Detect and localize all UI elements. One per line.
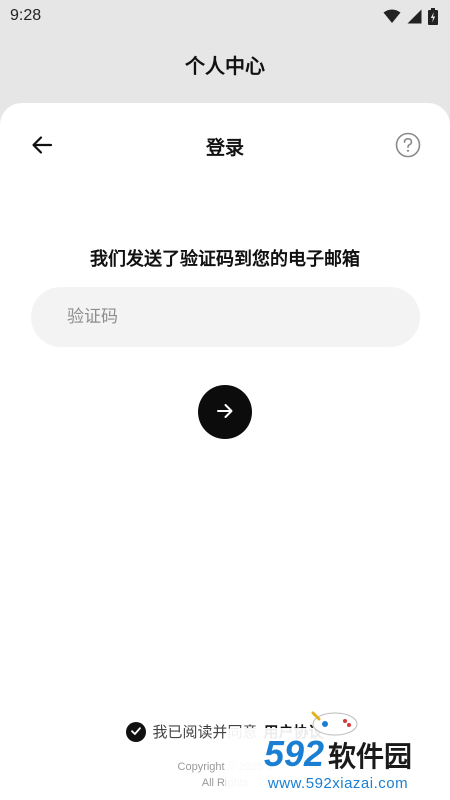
verification-code-input[interactable] <box>31 287 420 347</box>
signal-icon <box>407 9 422 24</box>
gamepad-mascot-icon <box>310 710 360 742</box>
status-icons <box>383 7 438 25</box>
login-sheet: 登录 我们发送了验证码到您的电子邮箱 我已阅读并同意 用户协议 Copyrigh… <box>0 103 450 800</box>
arrow-left-icon <box>30 133 54 161</box>
page-title: 个人中心 <box>185 54 265 78</box>
back-button[interactable] <box>26 131 58 163</box>
instruction-text: 我们发送了验证码到您的电子邮箱 <box>90 249 360 270</box>
question-circle-icon <box>395 132 421 162</box>
arrow-right-icon <box>215 401 235 424</box>
watermark-name: 软件园 <box>328 740 413 773</box>
status-bar: 9:28 <box>0 0 450 32</box>
watermark-url: www.592xiazai.com <box>267 775 409 792</box>
status-time: 9:28 <box>10 7 42 24</box>
watermark: 592 软件园 www.592xiazai.com <box>226 711 450 800</box>
submit-button[interactable] <box>198 385 252 439</box>
login-title: 登录 <box>205 137 244 159</box>
check-icon <box>130 722 142 741</box>
battery-charging-icon <box>428 7 438 25</box>
help-button[interactable] <box>392 131 424 163</box>
agreement-checkbox[interactable] <box>126 721 147 742</box>
wifi-icon <box>383 9 401 24</box>
